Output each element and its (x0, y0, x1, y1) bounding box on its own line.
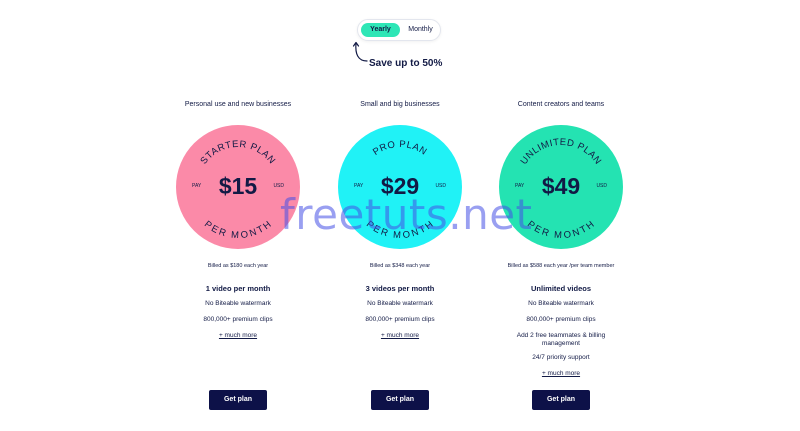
svg-text:PRO PLAN: PRO PLAN (371, 139, 429, 158)
feature-item: No Biteable watermark (205, 300, 271, 307)
currency-label: USD (273, 183, 284, 189)
get-plan-button[interactable]: Get plan (371, 390, 429, 410)
billed-note: Billed as $588 each year /per team membe… (507, 263, 615, 269)
svg-text:PER MONTH: PER MONTH (525, 219, 597, 241)
much-more-link[interactable]: + much more (476, 370, 646, 378)
billed-note: Billed as $348 each year (369, 263, 431, 269)
currency-label: USD (596, 183, 607, 189)
feature-list: 3 videos per month No Biteable watermark… (315, 285, 485, 348)
feature-item: 1 video per month (205, 284, 271, 293)
get-plan-button[interactable]: Get plan (532, 390, 590, 410)
currency-label: USD (435, 183, 446, 189)
feature-item: No Biteable watermark (367, 300, 433, 307)
feature-list: Unlimited videos No Biteable watermark 8… (476, 285, 646, 386)
feature-list: 1 video per month No Biteable watermark … (153, 285, 323, 348)
feature-item: 800,000+ premium clips (203, 316, 273, 323)
get-plan-button[interactable]: Get plan (209, 390, 267, 410)
feature-item: No Biteable watermark (528, 300, 594, 307)
feature-item: 24/7 priority support (532, 354, 590, 361)
feature-item: Unlimited videos (530, 284, 591, 293)
billed-note: Billed as $180 each year (207, 263, 269, 269)
plan-subtitle: Content creators and teams (517, 101, 605, 108)
svg-text:STARTER PLAN: STARTER PLAN (198, 139, 277, 167)
plan-subtitle: Small and big businesses (360, 101, 440, 108)
plan-name: PRO PLAN (371, 139, 428, 158)
plan-period: PER MONTH (525, 219, 596, 241)
svg-text:PER MONTH: PER MONTH (202, 219, 274, 241)
watermark-logo: freetuts.net (280, 190, 533, 239)
feature-item: 800,000+ premium clips (365, 316, 435, 323)
svg-text:UNLIMITED PLAN: UNLIMITED PLAN (519, 137, 604, 167)
plan-name: STARTER PLAN (198, 139, 276, 167)
plan-subtitle: Personal use and new businesses (184, 101, 292, 108)
much-more-link[interactable]: + much more (153, 332, 323, 340)
plan-name: UNLIMITED PLAN (519, 137, 603, 167)
feature-item: 3 videos per month (365, 284, 435, 293)
feature-item: 800,000+ premium clips (526, 316, 596, 323)
plan-period: PER MONTH (202, 219, 273, 241)
feature-item: Add 2 free teammates & billing managemen… (516, 332, 606, 347)
much-more-link[interactable]: + much more (315, 332, 485, 340)
